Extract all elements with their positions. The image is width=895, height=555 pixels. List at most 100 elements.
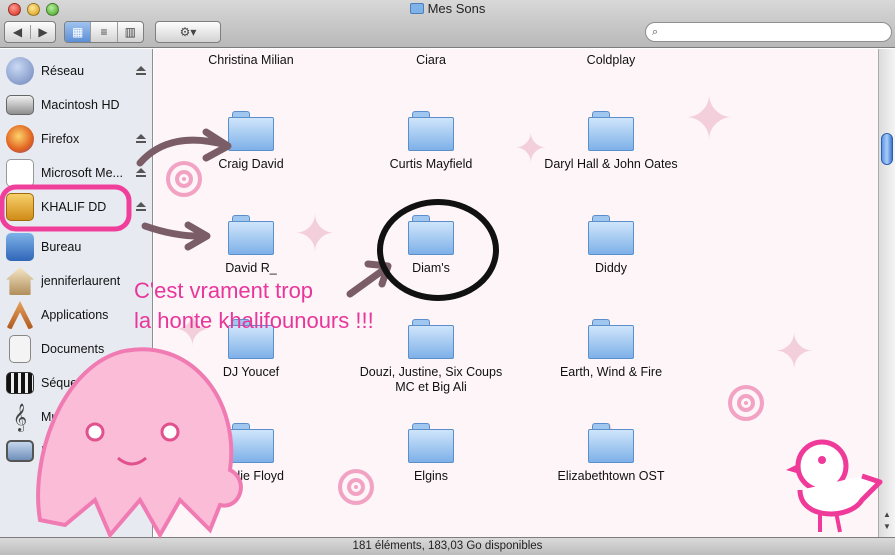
- pictures-icon: [6, 440, 34, 462]
- sidebar-item-documents[interactable]: Documents: [0, 332, 152, 366]
- sidebar-item-label: KHALIF DD: [41, 200, 107, 214]
- hard-disk-icon: [6, 95, 34, 115]
- forward-button[interactable]: ▶: [29, 25, 55, 39]
- scroll-down-arrow-icon[interactable]: ▼: [882, 523, 892, 531]
- action-menu-button[interactable]: ⚙▾: [155, 21, 221, 43]
- folder-icon: [228, 215, 274, 255]
- folder-item[interactable]: Eddie Floyd: [166, 423, 336, 484]
- sidebar-item-images[interactable]: Images: [0, 434, 152, 468]
- movies-icon: [6, 372, 34, 394]
- network-globe-icon: [6, 57, 34, 85]
- sidebar-item-label: Microsoft Me...: [41, 166, 123, 180]
- folder-label: Douzi, Justine, Six Coups MC et Big Ali: [359, 365, 503, 394]
- folder-item[interactable]: Daryl Hall & John Oates: [526, 111, 696, 172]
- folder-item[interactable]: Christina Milian: [166, 49, 336, 68]
- window-title: Mes Sons: [0, 1, 895, 16]
- folder-icon: [408, 111, 454, 151]
- sidebar-item-label: Bureau: [41, 240, 82, 254]
- folder-label: David R_: [225, 261, 277, 275]
- folder-icon: [588, 215, 634, 255]
- window-title-text: Mes Sons: [427, 1, 486, 16]
- folder-label: Craig David: [218, 157, 284, 171]
- folder-item[interactable]: Diam's: [346, 215, 516, 276]
- folder-label: Christina Milian: [208, 53, 294, 67]
- sidebar-item-applications[interactable]: Applications: [0, 298, 152, 332]
- folder-label: Coldplay: [586, 53, 636, 67]
- scrollbar-thumb[interactable]: [881, 133, 893, 165]
- sidebar-item-reseau[interactable]: Réseau: [0, 54, 152, 88]
- search-icon: ⌕: [652, 25, 659, 38]
- sidebar-item-sequences[interactable]: Séquences: [0, 366, 152, 400]
- sidebar-item-label: Images: [41, 444, 82, 458]
- folder-icon: [588, 111, 634, 151]
- usb-drive-icon: [6, 193, 34, 221]
- sidebar-item-label: Musique: [41, 410, 89, 424]
- folder-item[interactable]: Coldplay: [526, 49, 696, 68]
- vertical-scrollbar[interactable]: ▲ ▼: [878, 49, 895, 537]
- sidebar-item-firefox[interactable]: Firefox: [0, 122, 152, 156]
- folder-item[interactable]: Craig David: [166, 111, 336, 172]
- sidebar-item-label: jenniferlaurent: [41, 274, 121, 288]
- window-toolbar: Mes Sons ◀ ▶ ▦ ≡ ▥ ⚙▾ ⌕: [0, 0, 895, 48]
- back-forward-buttons: ◀ ▶: [4, 21, 56, 43]
- folder-item[interactable]: Elgins: [346, 423, 516, 484]
- icon-view-button[interactable]: ▦: [65, 22, 91, 42]
- column-view-button[interactable]: ▥: [116, 22, 143, 42]
- sidebar-item-label: Macintosh HD: [41, 98, 120, 112]
- folder-label: Diam's: [412, 261, 450, 275]
- sidebar-item-microsoft[interactable]: Microsoft Me...: [0, 156, 152, 190]
- folder-label: DJ Youcef: [222, 365, 280, 379]
- folder-item[interactable]: Diddy: [526, 215, 696, 276]
- swirl-decoration: [728, 385, 764, 421]
- search-field[interactable]: ⌕: [645, 22, 892, 42]
- folder-icon: [228, 423, 274, 463]
- sidebar-item-macintosh-hd[interactable]: Macintosh HD: [0, 88, 152, 122]
- folder-label: Elizabethtown OST: [557, 469, 665, 483]
- folder-label: Curtis Mayfield: [389, 157, 473, 171]
- sidebar-item-bureau[interactable]: Bureau: [0, 230, 152, 264]
- sidebar-item-khalif-dd[interactable]: KHALIF DD: [0, 190, 152, 224]
- sidebar: Réseau Macintosh HD Firefox Microsoft Me…: [0, 49, 153, 537]
- folder-item[interactable]: Earth, Wind & Fire: [526, 319, 696, 380]
- folder-icon: [588, 423, 634, 463]
- folder-icon: [588, 319, 634, 359]
- folder-label: Eddie Floyd: [217, 469, 284, 483]
- eject-icon[interactable]: [136, 202, 146, 212]
- sparkle-decoration: ✦: [774, 326, 815, 379]
- sidebar-item-label: Applications: [41, 308, 109, 322]
- folder-label: Ciara: [416, 53, 446, 67]
- home-icon: [6, 267, 34, 295]
- folder-icon: [408, 319, 454, 359]
- scroll-up-arrow-icon[interactable]: ▲: [882, 511, 892, 519]
- eject-icon[interactable]: [136, 134, 146, 144]
- folder-item[interactable]: Curtis Mayfield: [346, 111, 516, 172]
- applications-icon: [6, 301, 34, 329]
- eject-icon[interactable]: [136, 168, 146, 178]
- music-icon: 𝄞: [12, 403, 28, 431]
- sidebar-item-label: Réseau: [41, 64, 85, 78]
- sidebar-item-musique[interactable]: 𝄞 Musique: [0, 400, 152, 434]
- documents-icon: [9, 335, 31, 363]
- folder-label: Diddy: [595, 261, 627, 275]
- microsoft-disk-icon: [6, 159, 34, 187]
- sidebar-item-label: Documents: [41, 342, 105, 356]
- folder-item[interactable]: David R_: [166, 215, 336, 276]
- sidebar-item-label: Firefox: [41, 132, 80, 146]
- folder-item[interactable]: Ciara: [346, 49, 516, 68]
- folder-icon: [228, 111, 274, 151]
- folder-label: Daryl Hall & John Oates: [544, 157, 678, 171]
- folder-icon: [408, 423, 454, 463]
- list-view-button[interactable]: ≡: [90, 22, 116, 42]
- folder-item[interactable]: Elizabethtown OST: [526, 423, 696, 484]
- back-button[interactable]: ◀: [5, 25, 30, 39]
- firefox-icon: [6, 125, 34, 153]
- folder-icon: [409, 3, 424, 14]
- handwritten-annotation: C'est vrament trop la honte khalifounour…: [134, 278, 374, 333]
- view-mode-buttons: ▦ ≡ ▥: [64, 21, 144, 43]
- folder-label: Elgins: [413, 469, 449, 483]
- eject-icon[interactable]: [136, 66, 146, 76]
- desktop-icon: [6, 233, 34, 261]
- status-bar: 181 éléments, 183,03 Go disponibles: [0, 537, 895, 555]
- folder-icon: [408, 215, 454, 255]
- sidebar-item-home[interactable]: jenniferlaurent: [0, 264, 152, 298]
